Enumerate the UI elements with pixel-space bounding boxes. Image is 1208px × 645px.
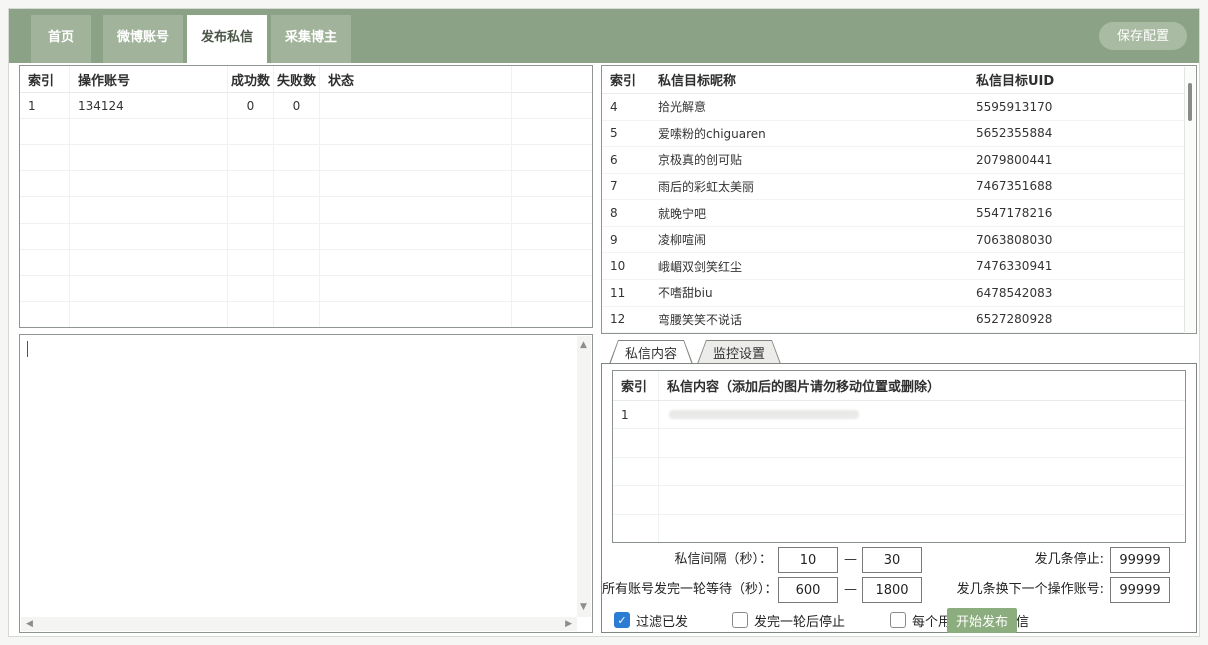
app-window: 首页 微博账号 发布私信 采集博主 保存配置 索引 操作账号 成功数 失败数 状…: [8, 8, 1200, 637]
col-success: 成功数: [228, 66, 274, 92]
target-row[interactable]: 6 京极真的创可贴 2079800441: [602, 147, 1184, 174]
tab-dm-content[interactable]: 私信内容: [609, 340, 693, 364]
stop-count-label: 发几条停止:: [1034, 552, 1104, 567]
round-wait-min-input[interactable]: [778, 577, 838, 603]
tab-monitor-settings[interactable]: 监控设置: [697, 340, 781, 364]
interval-max-input[interactable]: [862, 547, 922, 573]
tab-send-dm[interactable]: 发布私信: [187, 15, 267, 67]
interval-min-input[interactable]: [778, 547, 838, 573]
targets-table: 索引 私信目标昵称 私信目标UID 4 拾光解意 5595913170 5 爱嗦…: [601, 65, 1197, 334]
switch-account-input[interactable]: [1110, 577, 1170, 603]
scroll-down-icon[interactable]: ▼: [580, 603, 587, 612]
dm-content-table: 索引 私信内容（添加后的图片请勿移动位置或删除） 1: [612, 370, 1186, 543]
col-index: 索引: [613, 371, 659, 400]
col-index: 索引: [610, 74, 637, 89]
col-account: 操作账号: [70, 66, 228, 92]
redacted-content: [669, 410, 859, 419]
horizontal-scrollbar[interactable]: ◀ ▶: [21, 617, 577, 631]
accounts-table-body: 1 134124 0 0: [20, 93, 592, 119]
targets-table-header: 索引 私信目标昵称 私信目标UID: [602, 66, 1184, 94]
target-row[interactable]: 7 雨后的彩虹太美丽 7467351688: [602, 174, 1184, 201]
dm-content-row[interactable]: 1: [613, 401, 1185, 429]
text-caret: [27, 341, 28, 357]
vertical-scrollbar[interactable]: ▲ ▼: [577, 336, 591, 617]
tab-weibo-accounts[interactable]: 微博账号: [103, 15, 183, 63]
filter-sent-checkbox[interactable]: ✓ 过滤已发: [614, 610, 688, 630]
target-row[interactable]: 12 弯腰笑笑不说话 6527280928: [602, 307, 1184, 334]
col-status: 状态: [320, 66, 512, 92]
stop-count-input[interactable]: [1110, 547, 1170, 573]
start-publish-button[interactable]: 开始发布: [947, 608, 1017, 633]
switch-account-label: 发几条换下一个操作账号:: [956, 582, 1104, 597]
round-wait-max-input[interactable]: [862, 577, 922, 603]
target-row[interactable]: 4 拾光解意 5595913170: [602, 94, 1184, 121]
checkbox-icon[interactable]: ✓: [614, 612, 630, 628]
scrollbar-thumb[interactable]: [1188, 83, 1192, 121]
targets-scrollbar[interactable]: [1184, 67, 1195, 332]
tab-collect-bloggers[interactable]: 采集博主: [271, 15, 351, 63]
scroll-left-icon[interactable]: ◀: [26, 620, 33, 629]
scroll-up-icon[interactable]: ▲: [580, 341, 587, 350]
dm-content-body: 1: [613, 401, 1185, 429]
accounts-table-header: 索引 操作账号 成功数 失败数 状态: [20, 66, 592, 93]
checkbox-icon[interactable]: [890, 612, 906, 628]
target-row[interactable]: 5 爱嗦粉的chiguaren 5652355884: [602, 121, 1184, 148]
dm-content-header: 索引 私信内容（添加后的图片请勿移动位置或删除）: [613, 371, 1185, 401]
account-row[interactable]: 1 134124 0 0: [20, 93, 592, 119]
save-config-button[interactable]: 保存配置: [1098, 22, 1187, 50]
target-row[interactable]: 8 就晚宁吧 5547178216: [602, 200, 1184, 227]
top-tab-bar: 首页 微博账号 发布私信 采集博主 保存配置: [9, 9, 1199, 67]
dm-content-tabpage: 索引 私信内容（添加后的图片请勿移动位置或删除） 1 私信间隔（秒）： 10 —…: [601, 363, 1197, 633]
accounts-table: 索引 操作账号 成功数 失败数 状态 1 134124 0 0: [19, 65, 593, 328]
tab-home[interactable]: 首页: [31, 15, 91, 63]
targets-table-body: 4 拾光解意 5595913170 5 爱嗦粉的chiguaren 565235…: [602, 94, 1184, 334]
col-content: 私信内容（添加后的图片请勿移动位置或删除）: [667, 380, 941, 395]
checkbox-icon[interactable]: [732, 612, 748, 628]
col-fail: 失败数: [274, 66, 320, 92]
target-row[interactable]: 9 凌柳喧闹 7063808030: [602, 227, 1184, 254]
col-nickname: 私信目标昵称: [658, 74, 737, 89]
target-row[interactable]: 11 不嗜甜biu 6478542083: [602, 280, 1184, 307]
interval-label: 私信间隔（秒）：: [674, 552, 772, 567]
round-wait-label: 所有账号发完一轮等待（秒）：: [602, 582, 778, 597]
col-uid: 私信目标UID: [976, 74, 1055, 89]
target-row[interactable]: 10 峨嵋双剑笑红尘 7476330941: [602, 253, 1184, 280]
col-index: 索引: [20, 66, 70, 92]
stop-after-round-checkbox[interactable]: 发完一轮后停止: [732, 610, 845, 630]
scroll-right-icon[interactable]: ▶: [565, 620, 572, 629]
log-textarea[interactable]: ▲ ▼ ◀ ▶: [19, 334, 593, 633]
